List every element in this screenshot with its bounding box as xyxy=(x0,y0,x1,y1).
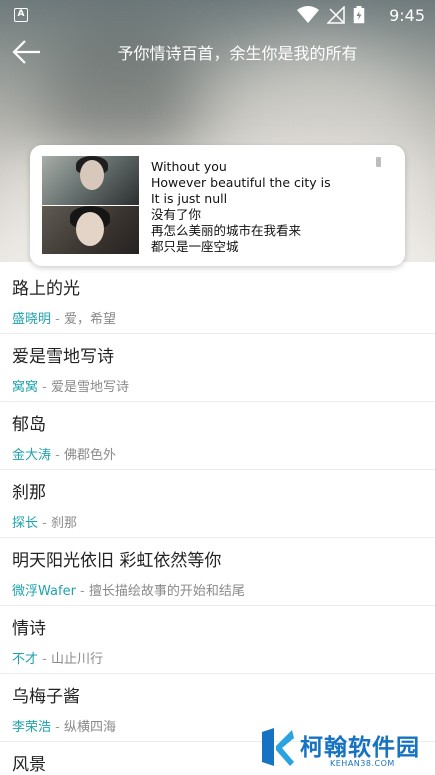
song-title: 刹那 xyxy=(12,483,46,503)
notification-icon: A xyxy=(14,8,28,22)
kehan-logo-icon xyxy=(262,728,294,766)
song-album: 纵横四海 xyxy=(63,720,116,735)
lyric-line: Without you xyxy=(151,159,227,174)
song-subtitle: 窝窝 - 爱是雪地写诗 xyxy=(12,376,129,395)
lyric-card[interactable]: Without you However beautiful the city i… xyxy=(30,145,405,266)
song-item[interactable]: 情诗 不才 - 山止川行 xyxy=(0,606,435,674)
lyric-lines: Without you However beautiful the city i… xyxy=(151,159,371,255)
song-item[interactable]: 爱是雪地写诗 窝窝 - 爱是雪地写诗 xyxy=(0,334,435,402)
song-author: 金大涛 xyxy=(12,448,52,463)
no-signal-icon xyxy=(327,6,345,24)
song-subtitle: 李荣浩 - 纵横四海 xyxy=(12,716,116,735)
song-list: 路上的光 盛晓明 - 爱，希望 爱是雪地写诗 窝窝 - 爱是雪地写诗 郁岛 金大… xyxy=(0,266,435,775)
status-time: 9:45 xyxy=(389,6,425,25)
watermark: 柯翰软件园 KEHAN38.COM xyxy=(252,722,422,772)
song-separator: - xyxy=(51,720,64,735)
status-bar: A 9:45 xyxy=(0,0,435,32)
battery-icon xyxy=(353,6,365,24)
song-separator: - xyxy=(51,312,64,327)
song-author: 微浮Wafer xyxy=(12,584,76,599)
song-author: 盛晓明 xyxy=(12,312,52,327)
song-title: 乌梅子酱 xyxy=(12,687,80,707)
song-album: 刹那 xyxy=(50,516,77,531)
watermark-url: KEHAN38.COM xyxy=(330,759,395,768)
lyric-line: 都只是一座空城 xyxy=(151,239,239,254)
song-album: 佛郡色外 xyxy=(63,448,116,463)
watermark-brand: 柯翰软件园 xyxy=(300,735,420,761)
back-arrow-icon[interactable] xyxy=(10,36,44,68)
song-title: 路上的光 xyxy=(12,279,80,299)
song-title: 郁岛 xyxy=(12,415,46,435)
song-subtitle: 不才 - 山止川行 xyxy=(12,648,103,667)
song-author: 窝窝 xyxy=(12,380,39,395)
card-scrollbar[interactable] xyxy=(376,157,381,167)
song-author: 李荣浩 xyxy=(12,720,52,735)
song-title: 风景 xyxy=(12,755,46,775)
song-separator: - xyxy=(51,448,64,463)
song-subtitle: 微浮Wafer - 擅长描绘故事的开始和结尾 xyxy=(12,580,245,599)
top-bar: 予你情诗百首，余生你是我的所有 xyxy=(0,32,435,72)
lyric-line: However beautiful the city is xyxy=(151,175,331,190)
album-art[interactable] xyxy=(42,156,139,254)
song-item[interactable]: 郁岛 金大涛 - 佛郡色外 xyxy=(0,402,435,470)
lyric-line: 再怎么美丽的城市在我看来 xyxy=(151,223,302,238)
song-item[interactable]: 明天阳光依旧 彩虹依然等你 微浮Wafer - 擅长描绘故事的开始和结尾 xyxy=(0,538,435,606)
song-subtitle: 盛晓明 - 爱，希望 xyxy=(12,308,116,327)
song-album: 爱，希望 xyxy=(63,312,116,327)
song-title: 明天阳光依旧 彩虹依然等你 xyxy=(12,551,222,571)
song-separator: - xyxy=(38,652,51,667)
song-author: 不才 xyxy=(12,652,39,667)
song-separator: - xyxy=(75,584,89,599)
song-item[interactable]: 刹那 探长 - 刹那 xyxy=(0,470,435,538)
wifi-icon xyxy=(297,6,319,23)
page-title: 予你情诗百首，余生你是我的所有 xyxy=(117,44,358,63)
song-subtitle: 金大涛 - 佛郡色外 xyxy=(12,444,116,463)
song-separator: - xyxy=(38,516,51,531)
song-title: 爱是雪地写诗 xyxy=(12,347,114,367)
lyric-line: It is just null xyxy=(151,191,228,206)
song-separator: - xyxy=(38,380,51,395)
song-album: 山止川行 xyxy=(50,652,103,667)
song-subtitle: 探长 - 刹那 xyxy=(12,512,77,531)
song-author: 探长 xyxy=(12,516,39,531)
song-item[interactable]: 路上的光 盛晓明 - 爱，希望 xyxy=(0,266,435,334)
song-album: 爱是雪地写诗 xyxy=(50,380,129,395)
song-title: 情诗 xyxy=(12,619,46,639)
song-album: 擅长描绘故事的开始和结尾 xyxy=(88,584,245,599)
lyric-line: 没有了你 xyxy=(151,207,202,222)
